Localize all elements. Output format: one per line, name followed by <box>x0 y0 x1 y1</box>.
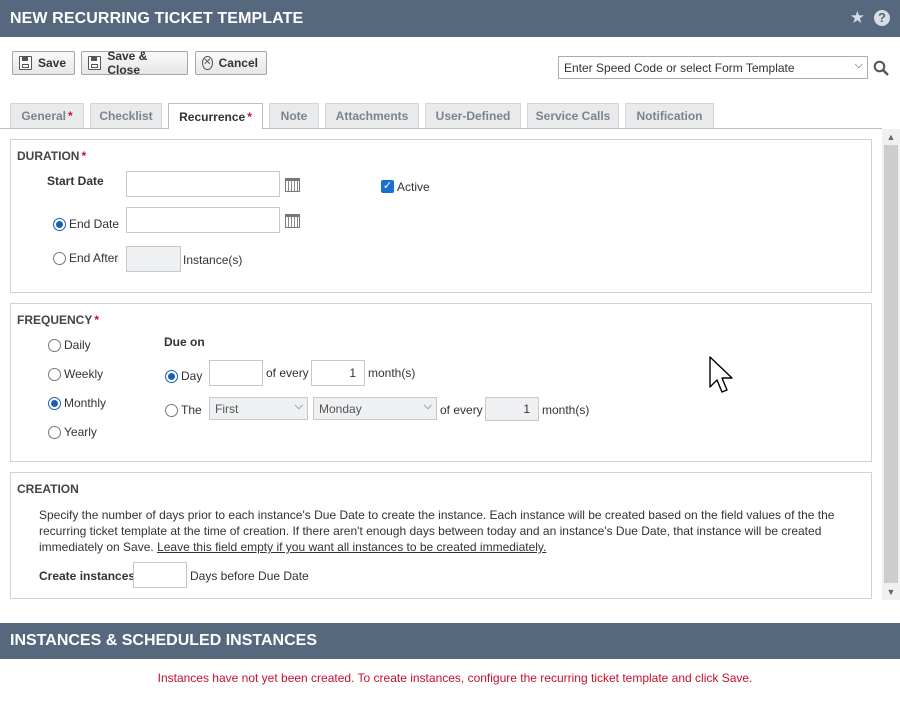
tab-general[interactable]: General * <box>10 103 84 128</box>
create-instances-label: Create instances <box>39 569 136 583</box>
duration-title: DURATION * <box>17 149 87 163</box>
create-instances-input[interactable] <box>133 562 187 588</box>
yearly-radio[interactable] <box>48 426 61 439</box>
yearly-label: Yearly <box>64 425 97 439</box>
star-icon[interactable]: ★ <box>850 9 865 26</box>
tab-notification[interactable]: Notification <box>625 103 714 128</box>
help-icon[interactable]: ? <box>874 9 890 26</box>
save-close-label: Save & Close <box>107 49 148 77</box>
ordinal-select[interactable]: First ⌵ <box>209 397 308 420</box>
tab-user-defined[interactable]: User-Defined <box>425 103 521 128</box>
scroll-thumb[interactable] <box>884 145 898 583</box>
instances-message: Instances have not yet been created. To … <box>157 671 753 685</box>
window-title: NEW RECURRING TICKET TEMPLATE <box>10 9 304 27</box>
speed-code-select[interactable]: Enter Speed Code or select Form Template… <box>558 56 868 79</box>
chevron-down-icon: ⌵ <box>423 400 432 412</box>
start-date-input[interactable] <box>126 171 280 197</box>
active-label: Active <box>397 180 430 194</box>
day-input[interactable] <box>209 360 263 386</box>
calendar-icon[interactable] <box>285 178 300 192</box>
the-radio[interactable] <box>165 404 178 417</box>
cancel-button[interactable]: ✕ Cancel <box>195 51 267 75</box>
tab-divider <box>0 128 882 129</box>
end-date-input[interactable] <box>126 207 280 233</box>
monthly-label: Monthly <box>64 396 107 410</box>
weekly-label: Weekly <box>64 367 104 381</box>
floppy-disk-icon <box>88 56 102 70</box>
mouse-cursor-icon <box>709 356 733 393</box>
end-date-label: End Date <box>69 217 120 231</box>
save-button[interactable]: Save <box>12 51 75 75</box>
duration-section: DURATION * Start Date ✓ Active End Date E… <box>10 139 872 293</box>
start-date-label: Start Date <box>47 174 104 188</box>
day-label: Day <box>181 369 203 383</box>
floppy-disk-icon <box>19 56 32 70</box>
weekly-radio[interactable] <box>48 368 61 381</box>
tab-recurrence[interactable]: Recurrence * <box>168 103 263 129</box>
tab-attachments[interactable]: Attachments <box>325 103 419 128</box>
day-radio[interactable] <box>165 370 178 383</box>
the-label: The <box>181 403 202 417</box>
due-on-label: Due on <box>164 335 205 349</box>
monthly-radio[interactable] <box>48 397 61 410</box>
creation-section: CREATION Specify the number of days prio… <box>10 472 872 599</box>
calendar-icon[interactable] <box>285 214 300 228</box>
tab-note[interactable]: Note <box>269 103 319 128</box>
search-icon[interactable] <box>873 60 889 76</box>
vertical-scrollbar[interactable]: ▲ ▼ <box>882 129 900 600</box>
days-before-label: Days before Due Date <box>190 569 309 583</box>
chevron-down-icon: ⌵ <box>294 400 303 412</box>
speed-code-value: Enter Speed Code or select Form Template <box>564 61 795 75</box>
cancel-x-icon: ✕ <box>202 56 213 70</box>
of-every-label: of every <box>440 403 483 417</box>
frequency-section: FREQUENCY * Daily Weekly Monthly Yearly D… <box>10 303 872 462</box>
the-every-months-input[interactable]: 1 <box>485 397 539 421</box>
scroll-up-icon[interactable]: ▲ <box>882 129 900 145</box>
window-titlebar: NEW RECURRING TICKET TEMPLATE ★ ? <box>0 0 900 37</box>
creation-hint-link: Leave this field empty if you want all i… <box>157 540 547 554</box>
tab-checklist[interactable]: Checklist <box>90 103 162 128</box>
save-label: Save <box>37 56 66 70</box>
of-every-label: of every <box>266 366 309 380</box>
tab-service-calls[interactable]: Service Calls <box>527 103 619 128</box>
daily-radio[interactable] <box>48 339 61 352</box>
months-label: month(s) <box>542 403 590 417</box>
creation-title: CREATION <box>17 482 79 496</box>
frequency-title: FREQUENCY * <box>17 313 100 327</box>
end-date-radio[interactable] <box>53 218 66 231</box>
every-months-input[interactable]: 1 <box>311 360 365 386</box>
instances-label: Instance(s) <box>183 253 243 267</box>
instances-header: INSTANCES & SCHEDULED INSTANCES <box>0 623 900 659</box>
end-after-label: End After <box>69 251 119 265</box>
cancel-label: Cancel <box>218 56 258 70</box>
instances-title: INSTANCES & SCHEDULED INSTANCES <box>10 632 317 649</box>
end-after-radio[interactable] <box>53 252 66 265</box>
creation-description: Specify the number of days prior to each… <box>39 508 835 554</box>
save-close-button[interactable]: Save & Close <box>81 49 188 77</box>
daily-label: Daily <box>64 338 91 352</box>
chevron-down-icon: ⌵ <box>854 59 863 71</box>
active-checkbox[interactable]: ✓ <box>381 180 394 193</box>
scroll-down-icon[interactable]: ▼ <box>882 584 900 600</box>
months-label: month(s) <box>368 366 416 380</box>
weekday-select[interactable]: Monday ⌵ <box>313 397 437 420</box>
end-after-input[interactable] <box>126 246 181 272</box>
